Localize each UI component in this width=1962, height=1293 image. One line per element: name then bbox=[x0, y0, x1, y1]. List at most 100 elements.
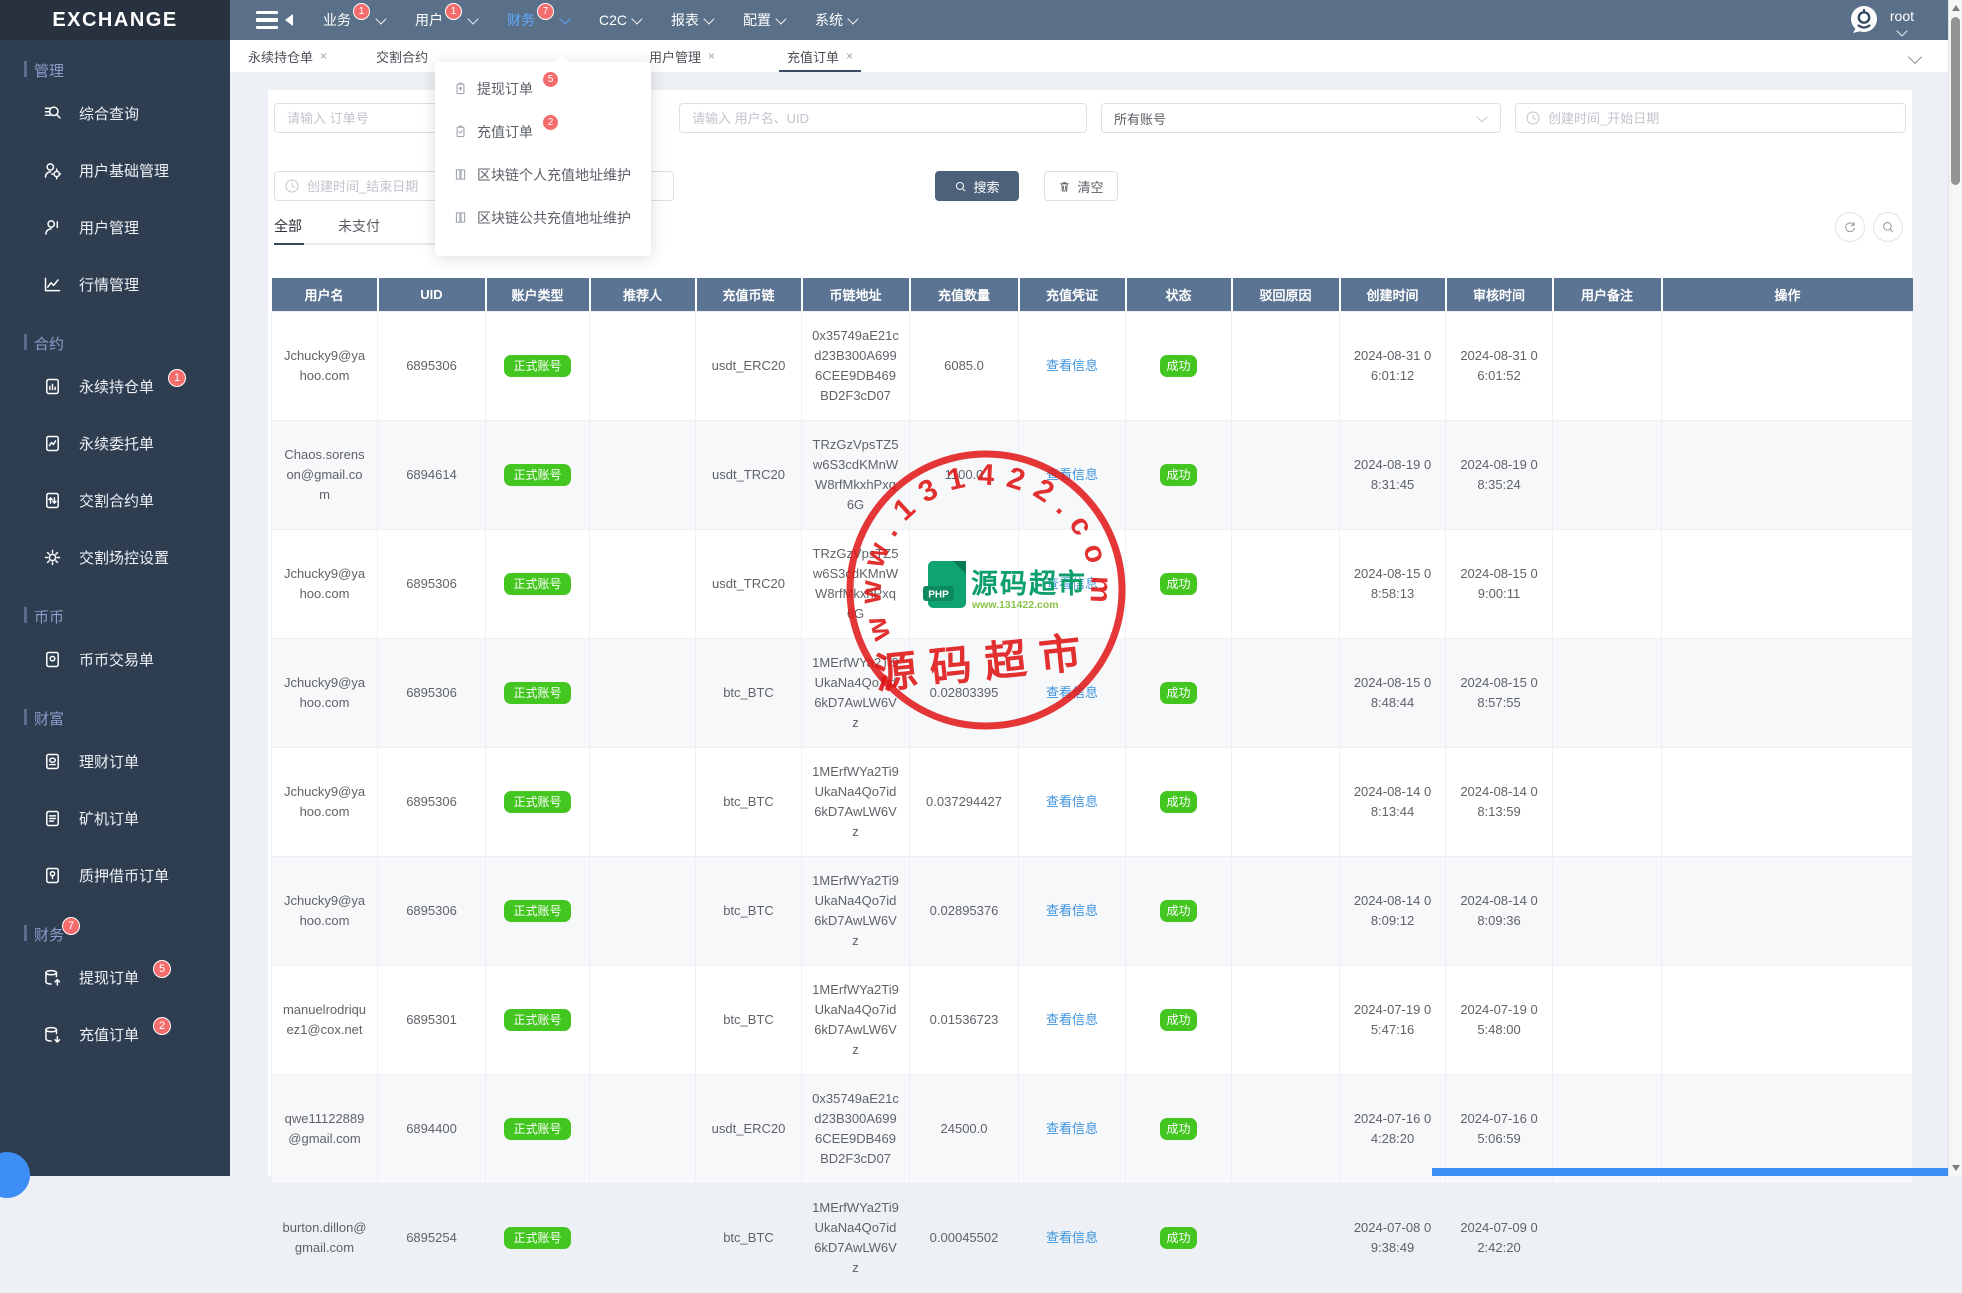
dropdown-item-label: 区块链公共充值地址维护 bbox=[477, 210, 631, 226]
tab-1[interactable]: 永续持仓单 × bbox=[244, 40, 331, 72]
sidebar-item[interactable]: 综合查询 bbox=[0, 85, 230, 142]
sidebar-item[interactable]: 用户基础管理 bbox=[0, 142, 230, 199]
clear-button[interactable]: 清空 bbox=[1044, 171, 1118, 201]
account-type-badge: 正式账号 bbox=[504, 682, 571, 704]
dropdown-item-label: 充值订单 bbox=[477, 124, 533, 140]
view-info-link[interactable]: 查看信息 bbox=[1046, 1121, 1098, 1136]
cell-amount: 0.02895376 bbox=[909, 856, 1019, 966]
cell-reject-reason bbox=[1231, 638, 1340, 748]
notification-badge: 1 bbox=[445, 3, 462, 20]
sidebar-item[interactable]: 币币交易单 bbox=[0, 631, 230, 688]
cell-action bbox=[1661, 311, 1913, 421]
topnav-menu-1[interactable]: 业务 1 bbox=[323, 0, 387, 40]
cell-reject-reason bbox=[1231, 965, 1340, 1075]
cell-referrer bbox=[589, 311, 696, 421]
refresh-button[interactable] bbox=[1835, 212, 1865, 242]
sidebar-item[interactable]: 永续委托单 bbox=[0, 415, 230, 472]
cell-audited-at: 2024-08-15 08:57:55 bbox=[1445, 638, 1553, 748]
status-badge: 成功 bbox=[1160, 464, 1197, 486]
view-info-link[interactable]: 查看信息 bbox=[1046, 685, 1098, 700]
sidebar-item[interactable]: 质押借币订单 bbox=[0, 847, 230, 904]
db-down-icon bbox=[45, 1026, 61, 1043]
column-header: 充值凭证 bbox=[1018, 278, 1127, 312]
topnav-menu-5[interactable]: 报表 bbox=[671, 0, 715, 40]
collapse-left-icon bbox=[285, 14, 293, 26]
view-tab-1[interactable]: 全部 bbox=[274, 216, 302, 246]
view-info-link[interactable]: 查看信息 bbox=[1046, 903, 1098, 918]
cell-amount: 24500.0 bbox=[909, 1074, 1019, 1184]
tab-2[interactable]: 交割合约 bbox=[372, 40, 432, 72]
sidebar-item[interactable]: 交割合约单 bbox=[0, 472, 230, 529]
column-header: 操作 bbox=[1661, 278, 1913, 312]
cell-remark bbox=[1552, 529, 1662, 639]
column-header: 账户类型 bbox=[485, 278, 591, 312]
column-header: 创建时间 bbox=[1339, 278, 1447, 312]
sidebar-item[interactable]: 提现订单 5 bbox=[0, 949, 230, 1006]
sidebar-item[interactable]: 永续持仓单 1 bbox=[0, 358, 230, 415]
sidebar-item[interactable]: 用户管理 bbox=[0, 199, 230, 256]
cell-referrer bbox=[589, 529, 696, 639]
doc-money-icon bbox=[46, 753, 59, 770]
account-type-value: 所有账号 bbox=[1114, 111, 1167, 127]
topnav-menu-7[interactable]: 系统 bbox=[815, 0, 859, 40]
sidebar-item[interactable]: 行情管理 bbox=[0, 256, 230, 313]
active-tab-underline bbox=[274, 243, 304, 245]
user-area[interactable]: root bbox=[1848, 4, 1914, 37]
vertical-scrollbar-thumb[interactable] bbox=[1951, 17, 1960, 185]
cell-uid: 6895306 bbox=[377, 747, 486, 857]
trash-icon bbox=[1060, 181, 1070, 191]
topnav-menu-2[interactable]: 用户 1 bbox=[415, 0, 479, 40]
status-badge: 成功 bbox=[1160, 682, 1197, 704]
tab-4[interactable]: 充值订单 × bbox=[778, 40, 862, 72]
cell-referrer bbox=[589, 1183, 696, 1293]
scroll-up-arrow-icon[interactable] bbox=[1952, 5, 1960, 11]
cell-uid: 6895306 bbox=[377, 856, 486, 966]
column-search-button[interactable] bbox=[1873, 212, 1903, 242]
view-info-link[interactable]: 查看信息 bbox=[1046, 1230, 1098, 1245]
close-icon[interactable]: × bbox=[846, 49, 853, 63]
table-row: manuelrodriquez1@cox.net 6895301 正式账号 btc_B… bbox=[271, 965, 1913, 1075]
sidebar-item[interactable]: 矿机订单 bbox=[0, 790, 230, 847]
account-type-select[interactable]: 所有账号 bbox=[1101, 103, 1501, 133]
topnav-menu-4[interactable]: C2C bbox=[599, 0, 643, 40]
cell-account-type: 正式账号 bbox=[485, 856, 590, 966]
cell-amount: 0.037294427 bbox=[909, 747, 1019, 857]
topnav-menu-3[interactable]: 财务 7 bbox=[507, 0, 571, 40]
view-info-link[interactable]: 查看信息 bbox=[1046, 794, 1098, 809]
sidebar-toggle-button[interactable] bbox=[256, 10, 293, 30]
sidebar-item[interactable]: 理财订单 bbox=[0, 733, 230, 790]
view-info-link[interactable]: 查看信息 bbox=[1046, 358, 1098, 373]
user-search-input[interactable] bbox=[679, 103, 1087, 133]
cell-action bbox=[1661, 529, 1913, 639]
topnav-menu-label: 用户 bbox=[415, 12, 443, 28]
gear-icon bbox=[44, 549, 61, 566]
search-button[interactable]: 搜索 bbox=[935, 171, 1019, 201]
topnav-menu-6[interactable]: 配置 bbox=[743, 0, 787, 40]
vertical-scrollbar[interactable] bbox=[1948, 0, 1962, 1176]
cell-referrer bbox=[589, 965, 696, 1075]
tab-3[interactable]: 用户管理 × bbox=[645, 40, 719, 72]
dropdown-item-4[interactable]: 区块链公共充值地址维护 bbox=[435, 201, 651, 244]
close-icon[interactable]: × bbox=[320, 49, 327, 63]
cell-chain: usdt_TRC20 bbox=[695, 420, 802, 530]
horizontal-scrollbar-thumb[interactable] bbox=[1432, 1168, 1948, 1176]
view-info-link[interactable]: 查看信息 bbox=[1046, 1012, 1098, 1027]
date-start-input[interactable] bbox=[1515, 103, 1906, 133]
sidebar-item[interactable]: 交割场控设置 bbox=[0, 529, 230, 586]
scroll-down-arrow-icon[interactable] bbox=[1952, 1165, 1960, 1171]
view-tab-2[interactable]: 未支付 bbox=[338, 216, 380, 246]
dropdown-item-1[interactable]: 提现订单 5 bbox=[435, 71, 651, 115]
view-info-link[interactable]: 查看信息 bbox=[1046, 576, 1098, 591]
cell-amount: 0.02803395 bbox=[909, 638, 1019, 748]
close-icon[interactable]: × bbox=[708, 49, 715, 63]
tabbar-collapse-chevron-icon[interactable] bbox=[1907, 49, 1923, 65]
dropdown-item-3[interactable]: 区块链个人充值地址维护 bbox=[435, 158, 651, 201]
sidebar-item[interactable]: 充值订单 2 bbox=[0, 1006, 230, 1063]
refresh-icon bbox=[1845, 221, 1855, 233]
view-info-link[interactable]: 查看信息 bbox=[1046, 467, 1098, 482]
cell-uid: 6895254 bbox=[377, 1183, 486, 1293]
dropdown-item-2[interactable]: 充值订单 2 bbox=[435, 114, 651, 158]
cell-action bbox=[1661, 638, 1913, 748]
doc-list-icon bbox=[46, 810, 59, 827]
topnav-menu-label: 业务 bbox=[323, 12, 351, 28]
